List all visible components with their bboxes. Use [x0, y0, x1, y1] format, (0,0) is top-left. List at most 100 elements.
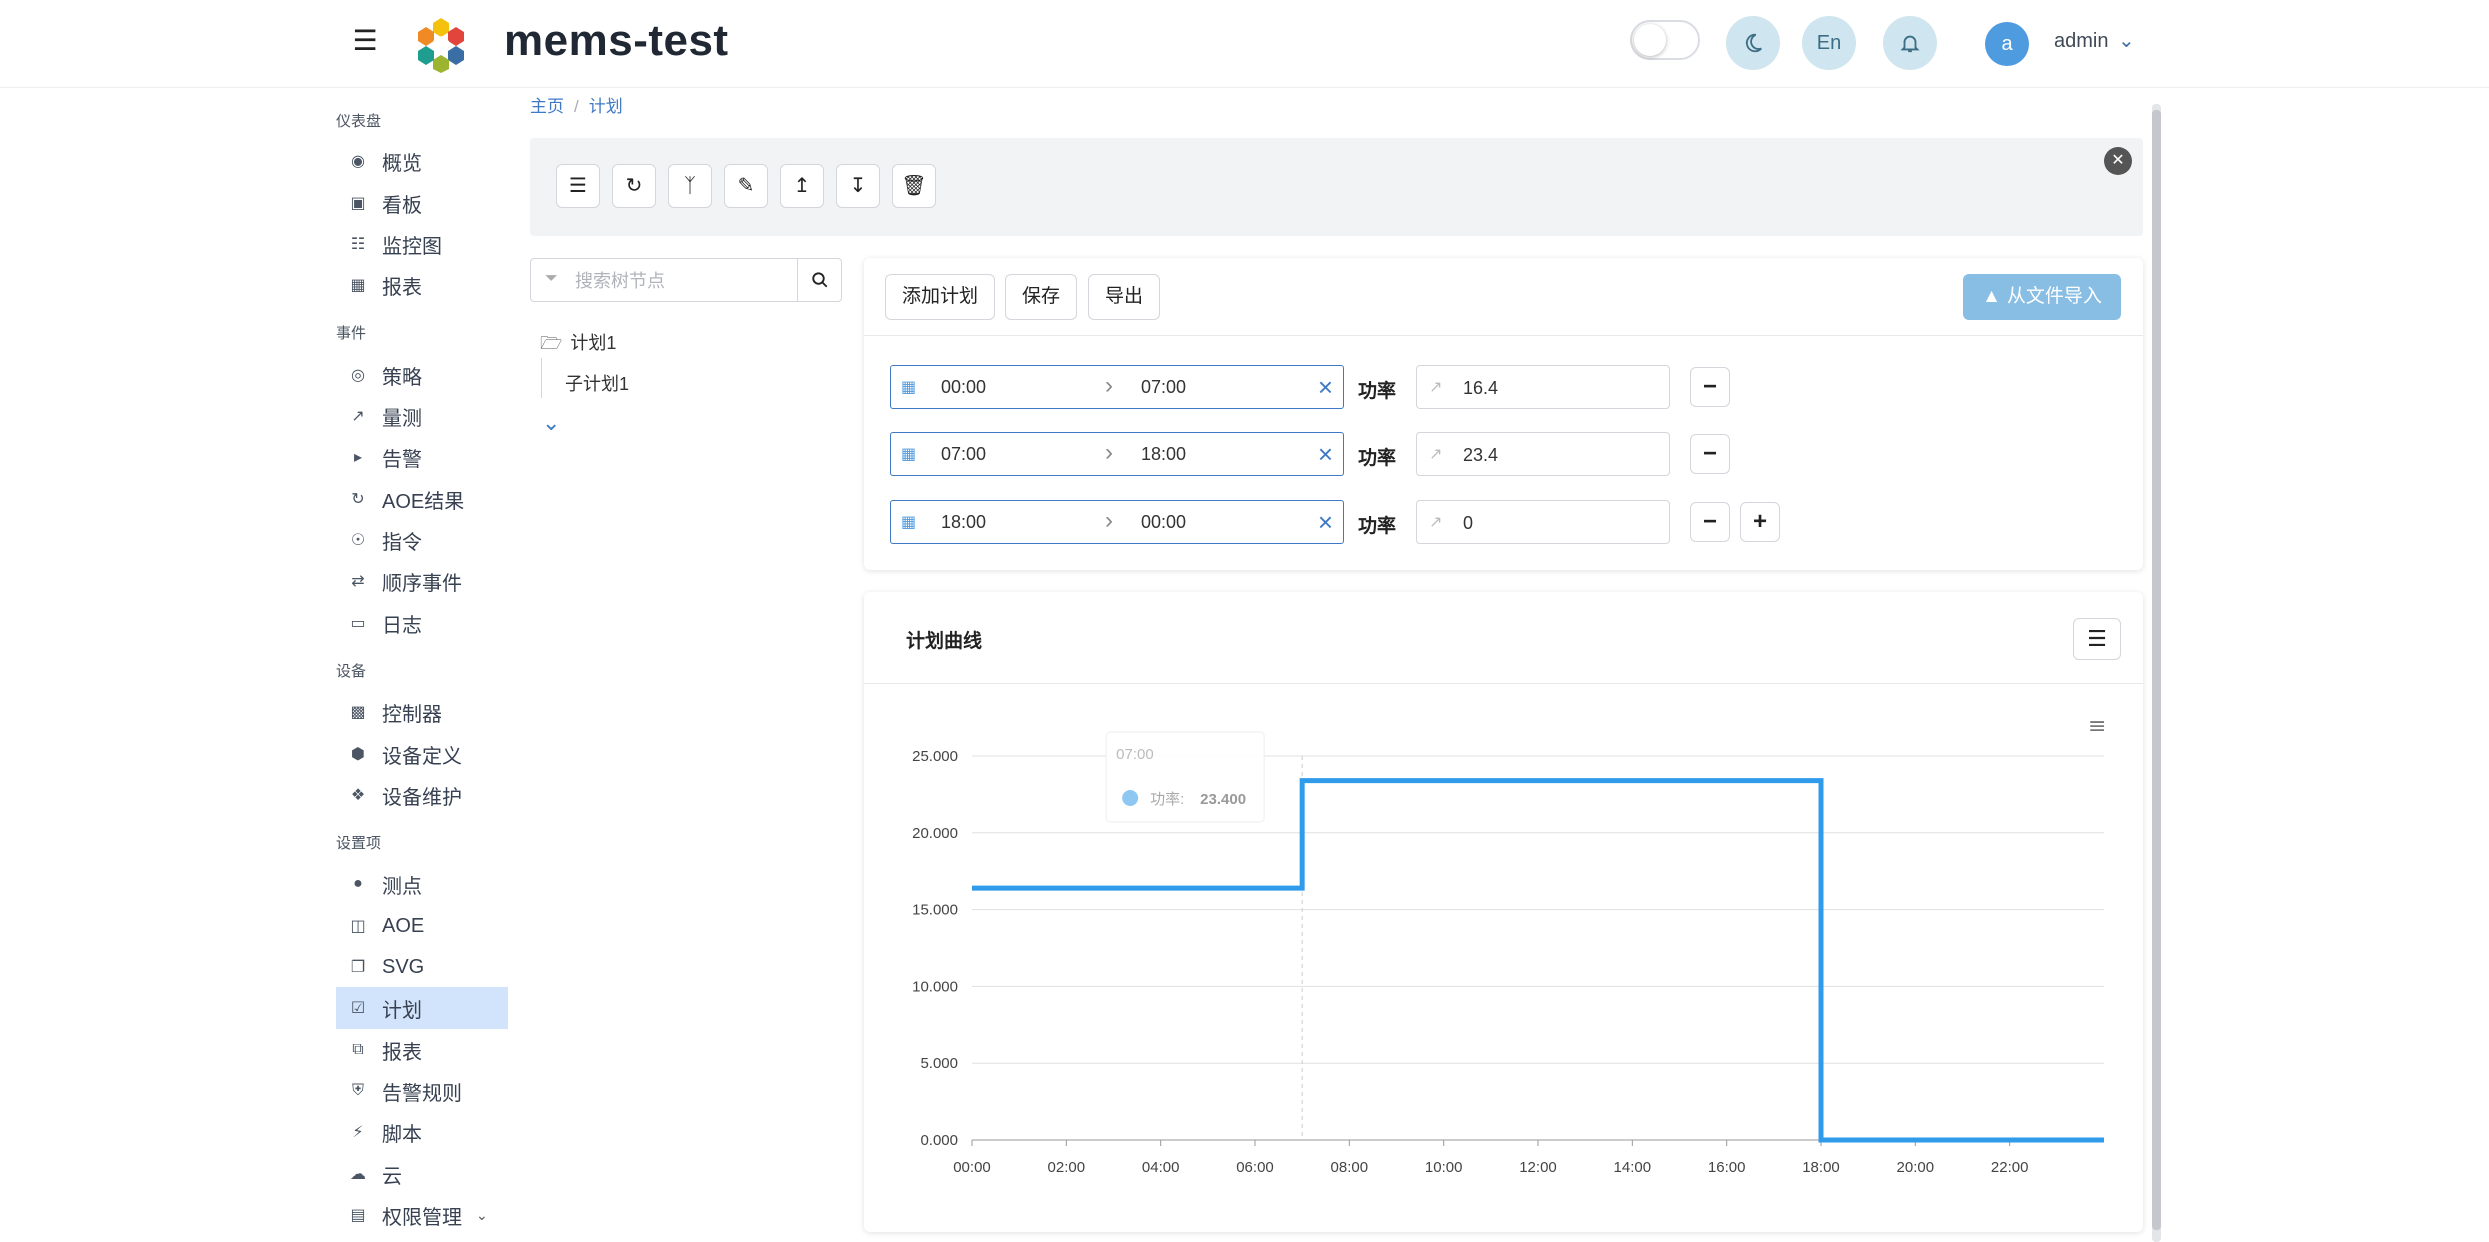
chevron-down-icon: ⌄	[476, 1206, 488, 1223]
time-range-picker[interactable]: ▦ 18:00 › 00:00 ×	[890, 500, 1344, 544]
breadcrumb-current[interactable]: 计划	[589, 97, 623, 116]
range-start[interactable]: 07:00	[941, 444, 986, 465]
power-value: 0	[1463, 513, 1474, 533]
x-tick-label: 18:00	[1802, 1159, 1840, 1176]
sidebar-section-events: 事件	[336, 325, 367, 342]
x-tick-label: 20:00	[1897, 1159, 1935, 1176]
sidebar-item-device-def[interactable]: ⬢ 设备定义	[336, 733, 508, 775]
sidebar-item-label: 测点	[382, 875, 422, 898]
language-button[interactable]: En	[1802, 16, 1856, 70]
range-end[interactable]: 00:00	[1141, 512, 1186, 533]
range-start[interactable]: 00:00	[941, 377, 986, 398]
sidebar-item-plan[interactable]: ☑ 计划	[336, 987, 508, 1029]
remove-row-button[interactable]: −	[1690, 367, 1730, 407]
chart-options-button[interactable]: ☰	[2073, 618, 2121, 660]
sidebar-item-report[interactable]: ▦ 报表	[336, 264, 508, 306]
clear-icon[interactable]: ×	[1318, 507, 1333, 538]
remove-row-button[interactable]: −	[1690, 434, 1730, 474]
chevron-down-icon[interactable]: ⌄	[2118, 28, 2135, 53]
save-button[interactable]: 保存	[1005, 274, 1077, 320]
username[interactable]: admin	[2054, 30, 2108, 53]
minus-icon: −	[1702, 440, 1717, 467]
sidebar-item-board[interactable]: ▣ 看板	[336, 182, 508, 224]
time-range-picker[interactable]: ▦ 00:00 › 07:00 ×	[890, 365, 1344, 409]
sidebar-section-settings: 设置项	[336, 835, 382, 852]
delete-button[interactable]: 🗑	[892, 164, 936, 208]
sidebar-item-log[interactable]: ▭ 日志	[336, 602, 508, 644]
sidebar-item-device-maint[interactable]: ❖ 设备维护	[336, 774, 508, 816]
close-panel-button[interactable]: ✕	[2104, 147, 2132, 175]
calendar-icon: ▦	[901, 379, 917, 396]
add-plan-button[interactable]: 添加计划	[885, 274, 995, 320]
sidebar-item-aoe[interactable]: ◫ AOE	[336, 905, 508, 947]
export-button[interactable]: 导出	[1088, 274, 1160, 320]
sidebar-item-alarm[interactable]: ▸ 告警	[336, 436, 508, 478]
remove-row-button[interactable]: −	[1690, 502, 1730, 542]
power-label: 功率	[1358, 448, 1397, 469]
range-end[interactable]: 07:00	[1141, 377, 1186, 398]
minus-icon: −	[1702, 508, 1717, 535]
theme-toggle-switch[interactable]	[1630, 20, 1700, 60]
plan-row: ▦ 00:00 › 07:00 × 功率 ↗ 16.4 −	[890, 365, 2130, 409]
tree-node-root[interactable]: 🗁 计划1	[540, 329, 616, 361]
sidebar-item-controller[interactable]: ▩ 控制器	[336, 691, 508, 733]
range-start[interactable]: 18:00	[941, 512, 986, 533]
sidebar-item-command[interactable]: ☉ 指令	[336, 519, 508, 561]
user-avatar[interactable]: a	[1985, 22, 2029, 66]
power-input[interactable]: ↗ 16.4	[1416, 365, 1670, 409]
add-row-button[interactable]: +	[1740, 502, 1780, 542]
line-chart-icon: ↗	[1429, 446, 1443, 463]
sidebar-item-measure[interactable]: ↗ 量测	[336, 395, 508, 437]
dashboard-icon: ◉	[351, 153, 365, 170]
clone-icon: ❐	[350, 959, 366, 976]
chevron-right-icon: ›	[1105, 439, 1113, 466]
copy-icon: ⧉	[352, 1041, 364, 1058]
clear-icon[interactable]: ×	[1318, 372, 1333, 403]
import-from-file-button[interactable]: ▲ 从文件导入	[1963, 274, 2121, 320]
sidebar-item-label: 云	[382, 1165, 402, 1188]
page-scrollbar[interactable]	[2152, 104, 2161, 1242]
refresh-button[interactable]: ↻	[612, 164, 656, 208]
tree-node-child[interactable]: 子计划1	[565, 370, 629, 396]
branch-button[interactable]: ᛉ	[668, 164, 712, 208]
sidebar-item-label: 量测	[382, 407, 422, 430]
sidebar-item-alarm-rules[interactable]: ⛨ 告警规则	[336, 1070, 508, 1112]
sidebar-item-aoe-result[interactable]: ↻ AOE结果	[336, 478, 508, 520]
chart-menu-icon[interactable]: ≡	[2088, 714, 2106, 739]
sidebar-item-cloud[interactable]: ☁ 云	[336, 1153, 508, 1195]
move-up-button[interactable]: ↥	[780, 164, 824, 208]
sidebar-item-soe[interactable]: ⇄ 顺序事件	[336, 560, 508, 602]
sidebar-item-monitor[interactable]: ☷ 监控图	[336, 223, 508, 265]
x-tick-label: 04:00	[1142, 1159, 1180, 1176]
time-range-picker[interactable]: ▦ 07:00 › 18:00 ×	[890, 432, 1344, 476]
import-label: 从文件导入	[2006, 286, 2102, 307]
sidebar-item-script[interactable]: ⚡ 脚本	[336, 1111, 508, 1153]
sidebar-item-report-settings[interactable]: ⧉ 报表	[336, 1029, 508, 1071]
sidebar-item-permissions[interactable]: ▤ 权限管理 ⌄	[336, 1194, 508, 1236]
scrollbar-thumb[interactable]	[2152, 110, 2161, 1230]
sidebar-item-strategy[interactable]: ◎ 策略	[336, 354, 508, 396]
tree-search-input[interactable]	[575, 267, 775, 295]
move-down-button[interactable]: ↧	[836, 164, 880, 208]
breadcrumb-home[interactable]: 主页	[530, 97, 564, 116]
book-icon: ▭	[350, 615, 366, 632]
tree-search-button[interactable]	[797, 259, 841, 301]
plan-editor-card: 添加计划 保存 导出 ▲ 从文件导入 ▦ 00:00 › 07:00 × 功率 ↗…	[864, 258, 2143, 570]
tree-collapse-chevron-icon[interactable]: ⌄	[542, 410, 560, 436]
x-tick-label: 16:00	[1708, 1159, 1746, 1176]
x-tick-label: 00:00	[953, 1159, 991, 1176]
clear-icon[interactable]: ×	[1318, 439, 1333, 470]
pencil-icon: ✎	[737, 175, 755, 197]
sidebar-section-devices: 设备	[336, 663, 367, 680]
list-button[interactable]: ☰	[556, 164, 600, 208]
range-end[interactable]: 18:00	[1141, 444, 1186, 465]
notification-button[interactable]	[1883, 16, 1937, 70]
hamburger-menu-icon[interactable]: ☰	[350, 26, 380, 56]
power-input[interactable]: ↗ 0	[1416, 500, 1670, 544]
dark-mode-button[interactable]	[1726, 16, 1780, 70]
sidebar-item-overview[interactable]: ◉ 概览	[336, 140, 508, 182]
sidebar-item-points[interactable]: ● 测点	[336, 863, 508, 905]
power-input[interactable]: ↗ 23.4	[1416, 432, 1670, 476]
edit-button[interactable]: ✎	[724, 164, 768, 208]
sidebar-item-svg[interactable]: ❐ SVG	[336, 946, 508, 988]
